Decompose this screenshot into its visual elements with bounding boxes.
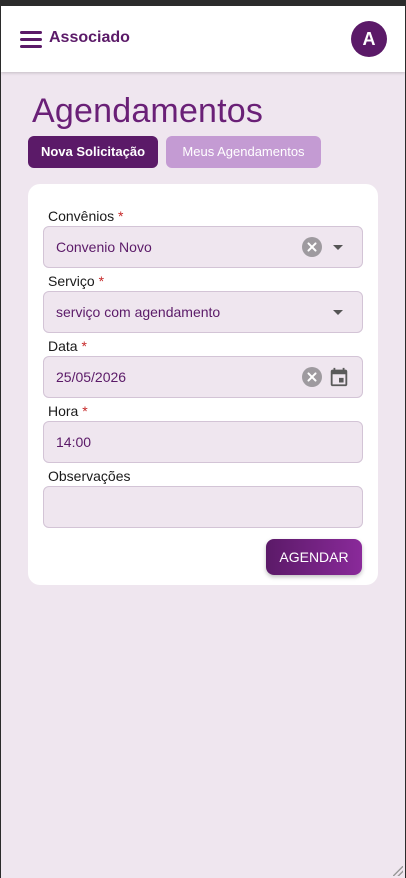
observacoes-input[interactable]	[43, 486, 363, 528]
servico-value: serviço com agendamento	[56, 304, 221, 320]
hora-label: Hora *	[48, 403, 88, 419]
app-bar: Associado A	[1, 6, 405, 72]
page-title: Agendamentos	[32, 92, 264, 130]
tab-nova-solicitacao[interactable]: Nova Solicitação	[28, 136, 158, 168]
convenios-label: Convênios *	[48, 208, 124, 224]
chevron-down-icon[interactable]	[333, 245, 343, 250]
clear-circle-icon[interactable]	[302, 237, 322, 257]
agendar-button[interactable]: AGENDAR	[266, 539, 362, 575]
observacoes-label: Observações	[48, 468, 131, 484]
app-frame: Associado A Agendamentos Nova Solicitaçã…	[1, 6, 405, 878]
convenios-select[interactable]: Convenio Novo	[43, 226, 363, 268]
avatar[interactable]: A	[351, 21, 387, 57]
chevron-down-icon[interactable]	[333, 310, 343, 315]
data-input[interactable]: 25/05/2026	[43, 356, 363, 398]
hora-value: 14:00	[56, 434, 92, 450]
app-title: Associado	[49, 29, 130, 46]
calendar-icon[interactable]	[328, 366, 350, 388]
tab-meus-agendamentos[interactable]: Meus Agendamentos	[166, 136, 321, 168]
hamburger-menu-icon[interactable]	[20, 31, 42, 48]
convenios-value: Convenio Novo	[56, 239, 152, 255]
data-label: Data *	[48, 338, 87, 354]
resize-grip[interactable]	[393, 866, 403, 876]
appointment-form-card: Convênios * Convenio Novo Serviço * serv…	[28, 184, 378, 585]
data-value: 25/05/2026	[56, 369, 127, 385]
clear-circle-icon[interactable]	[302, 367, 322, 387]
hora-input[interactable]: 14:00	[43, 421, 363, 463]
servico-label: Serviço *	[48, 273, 105, 289]
servico-select[interactable]: serviço com agendamento	[43, 291, 363, 333]
